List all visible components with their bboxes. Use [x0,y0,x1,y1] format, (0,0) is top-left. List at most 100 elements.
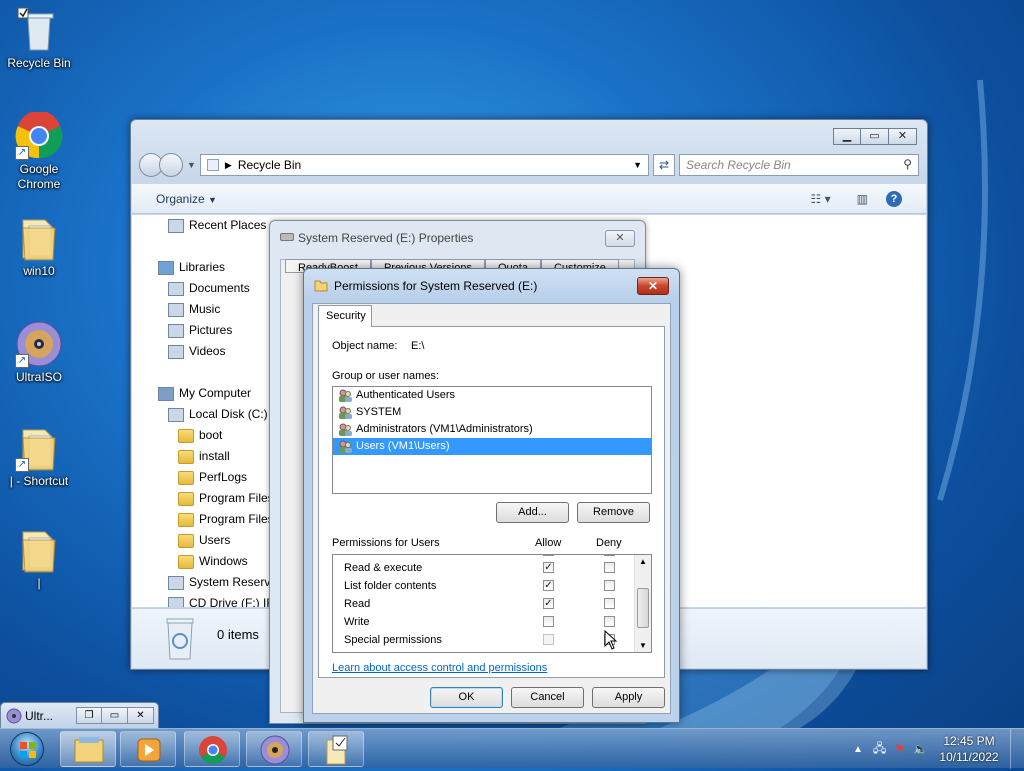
restore-button[interactable]: ❐ [76,707,102,724]
forward-button[interactable] [159,153,183,177]
user-list-item[interactable]: SYSTEM [333,404,651,421]
nav-item[interactable]: Windows [132,551,282,572]
search-input[interactable]: Search Recycle Bin ⚲ [679,154,919,176]
recent-pages-chevron-icon[interactable]: ▼ [187,160,196,170]
drive-icon [168,575,184,590]
user-list-item[interactable]: Administrators (VM1\Administrators) [333,421,651,438]
nav-item[interactable]: Program Files [132,509,282,530]
desktop-icon-win10[interactable]: win10 [1,214,77,279]
mouse-cursor-icon [604,630,618,650]
remove-button[interactable]: Remove [577,502,650,523]
add-button[interactable]: Add... [496,502,569,523]
permissions-scrollbar[interactable]: ▲ ▼ [634,555,651,652]
desktop-icon-chrome[interactable]: ↗ Google Chrome [1,110,77,192]
taskbar-media-player[interactable] [120,731,176,767]
nav-item[interactable]: install [132,446,282,467]
help-icon[interactable]: ? [886,190,902,207]
close-button[interactable]: ✕ [889,128,917,145]
nav-item[interactable]: Local Disk (C:) [132,404,282,425]
views-icon[interactable]: ☷ ▾ [811,192,831,206]
breadcrumb-arrow-icon[interactable]: ▶ [225,160,232,171]
close-button[interactable]: ✕ [128,707,154,724]
explorer-icon [74,737,104,763]
permissions-dialog: Permissions for System Reserved (E:) ✕ S… [303,268,680,723]
nav-item[interactable]: Videos [132,341,282,362]
user-list-item[interactable]: Users (VM1\Users) [333,438,651,455]
refresh-button[interactable]: ⇄ [653,154,675,176]
nav-item[interactable]: System Reserve [132,572,282,593]
nav-item-label: Libraries [179,260,226,274]
scroll-up-icon[interactable]: ▲ [639,557,647,566]
desktop-icon-ultraiso[interactable]: ↗ UltraISO [1,320,77,385]
start-button[interactable] [2,730,52,768]
allow-checkbox[interactable]: ✓ [543,598,554,609]
learn-more-link[interactable]: Learn about access control and permissio… [332,662,547,674]
permissions-close-button[interactable]: ✕ [637,277,669,295]
drive-icon [280,233,294,241]
properties-close-button[interactable]: ✕ [605,230,635,247]
volume-icon[interactable]: 🔈 [913,742,928,756]
minimized-ultraiso-window[interactable]: Ultr... ❐ ▭ ✕ [0,702,159,729]
search-icon[interactable]: ⚲ [903,157,912,171]
show-hidden-icons-icon[interactable]: ▲ [853,744,863,755]
organize-button[interactable]: Organize ▼ [156,192,217,206]
nav-item[interactable]: Documents [132,278,282,299]
nav-item[interactable]: boot [132,425,282,446]
cancel-button[interactable]: Cancel [511,687,584,708]
nav-item[interactable]: Libraries [132,257,282,278]
taskbar-explorer[interactable] [60,731,116,767]
action-center-icon[interactable]: ⚑ [894,742,905,756]
network-icon[interactable]: 🖧 [873,739,886,760]
allow-checkbox[interactable] [543,634,554,645]
search-placeholder: Search Recycle Bin [686,158,791,172]
nav-item-label: Music [189,302,221,316]
folder-icon [326,735,348,765]
allow-checkbox[interactable] [543,555,554,556]
address-bar[interactable]: ▶ Recycle Bin ▼ [199,154,649,176]
clock[interactable]: 12:45 PM 10/11/2022 [934,733,1004,765]
desktop-icon-pipe-folder[interactable]: | [1,526,77,591]
permission-name: Special permissions [344,634,442,646]
nav-item-label: Program Files [199,491,274,505]
nav-item[interactable]: My Computer [132,383,282,404]
taskbar-folder[interactable] [308,731,364,767]
nav-item[interactable]: PerfLogs [132,467,282,488]
users-group-icon [339,440,352,453]
taskbar-ultraiso[interactable] [246,731,302,767]
nav-item[interactable]: Program Files [132,488,282,509]
nav-item-label: Documents [189,281,250,295]
minimize-button[interactable]: ▁ [833,128,861,145]
allow-checkbox[interactable]: ✓ [543,580,554,591]
folder-icon [178,512,194,527]
user-list-item[interactable]: Authenticated Users [333,387,651,404]
taskbar-chrome[interactable] [184,731,240,767]
nav-item-label: Pictures [189,323,233,337]
nav-item[interactable]: CD Drive (F:) IRS [132,593,282,607]
scroll-down-icon[interactable]: ▼ [639,641,647,650]
desktop-icon-recycle-bin[interactable]: Recycle Bin [1,6,77,71]
apply-button[interactable]: Apply [592,687,665,708]
address-dropdown-icon[interactable]: ▼ [633,160,642,170]
allow-checkbox[interactable] [543,616,554,627]
deny-checkbox[interactable] [604,562,615,573]
ok-button[interactable]: OK [430,687,503,708]
allow-checkbox[interactable]: ✓ [543,562,554,573]
preview-pane-icon[interactable]: ▥ [857,192,868,206]
nav-item[interactable]: Users [132,530,282,551]
tab-security[interactable]: Security [318,305,372,327]
deny-checkbox[interactable] [604,598,615,609]
permission-name: Read & execute [344,562,423,574]
maximize-button[interactable]: ▭ [102,707,128,724]
desktop-icon-shortcut[interactable]: ↗ | - Shortcut [1,424,77,489]
nav-item[interactable]: Recent Places [132,215,282,236]
permission-name: Read [344,598,371,610]
deny-checkbox[interactable] [604,616,615,627]
user-list[interactable]: Authenticated Users SYSTEM Administrators … [332,386,652,494]
show-desktop-button[interactable] [1010,729,1024,769]
maximize-button[interactable]: ▭ [861,128,889,145]
deny-checkbox[interactable] [604,580,615,591]
scroll-thumb[interactable] [637,588,649,628]
nav-item[interactable]: Music [132,299,282,320]
nav-item[interactable]: Pictures [132,320,282,341]
deny-checkbox[interactable] [604,555,615,556]
